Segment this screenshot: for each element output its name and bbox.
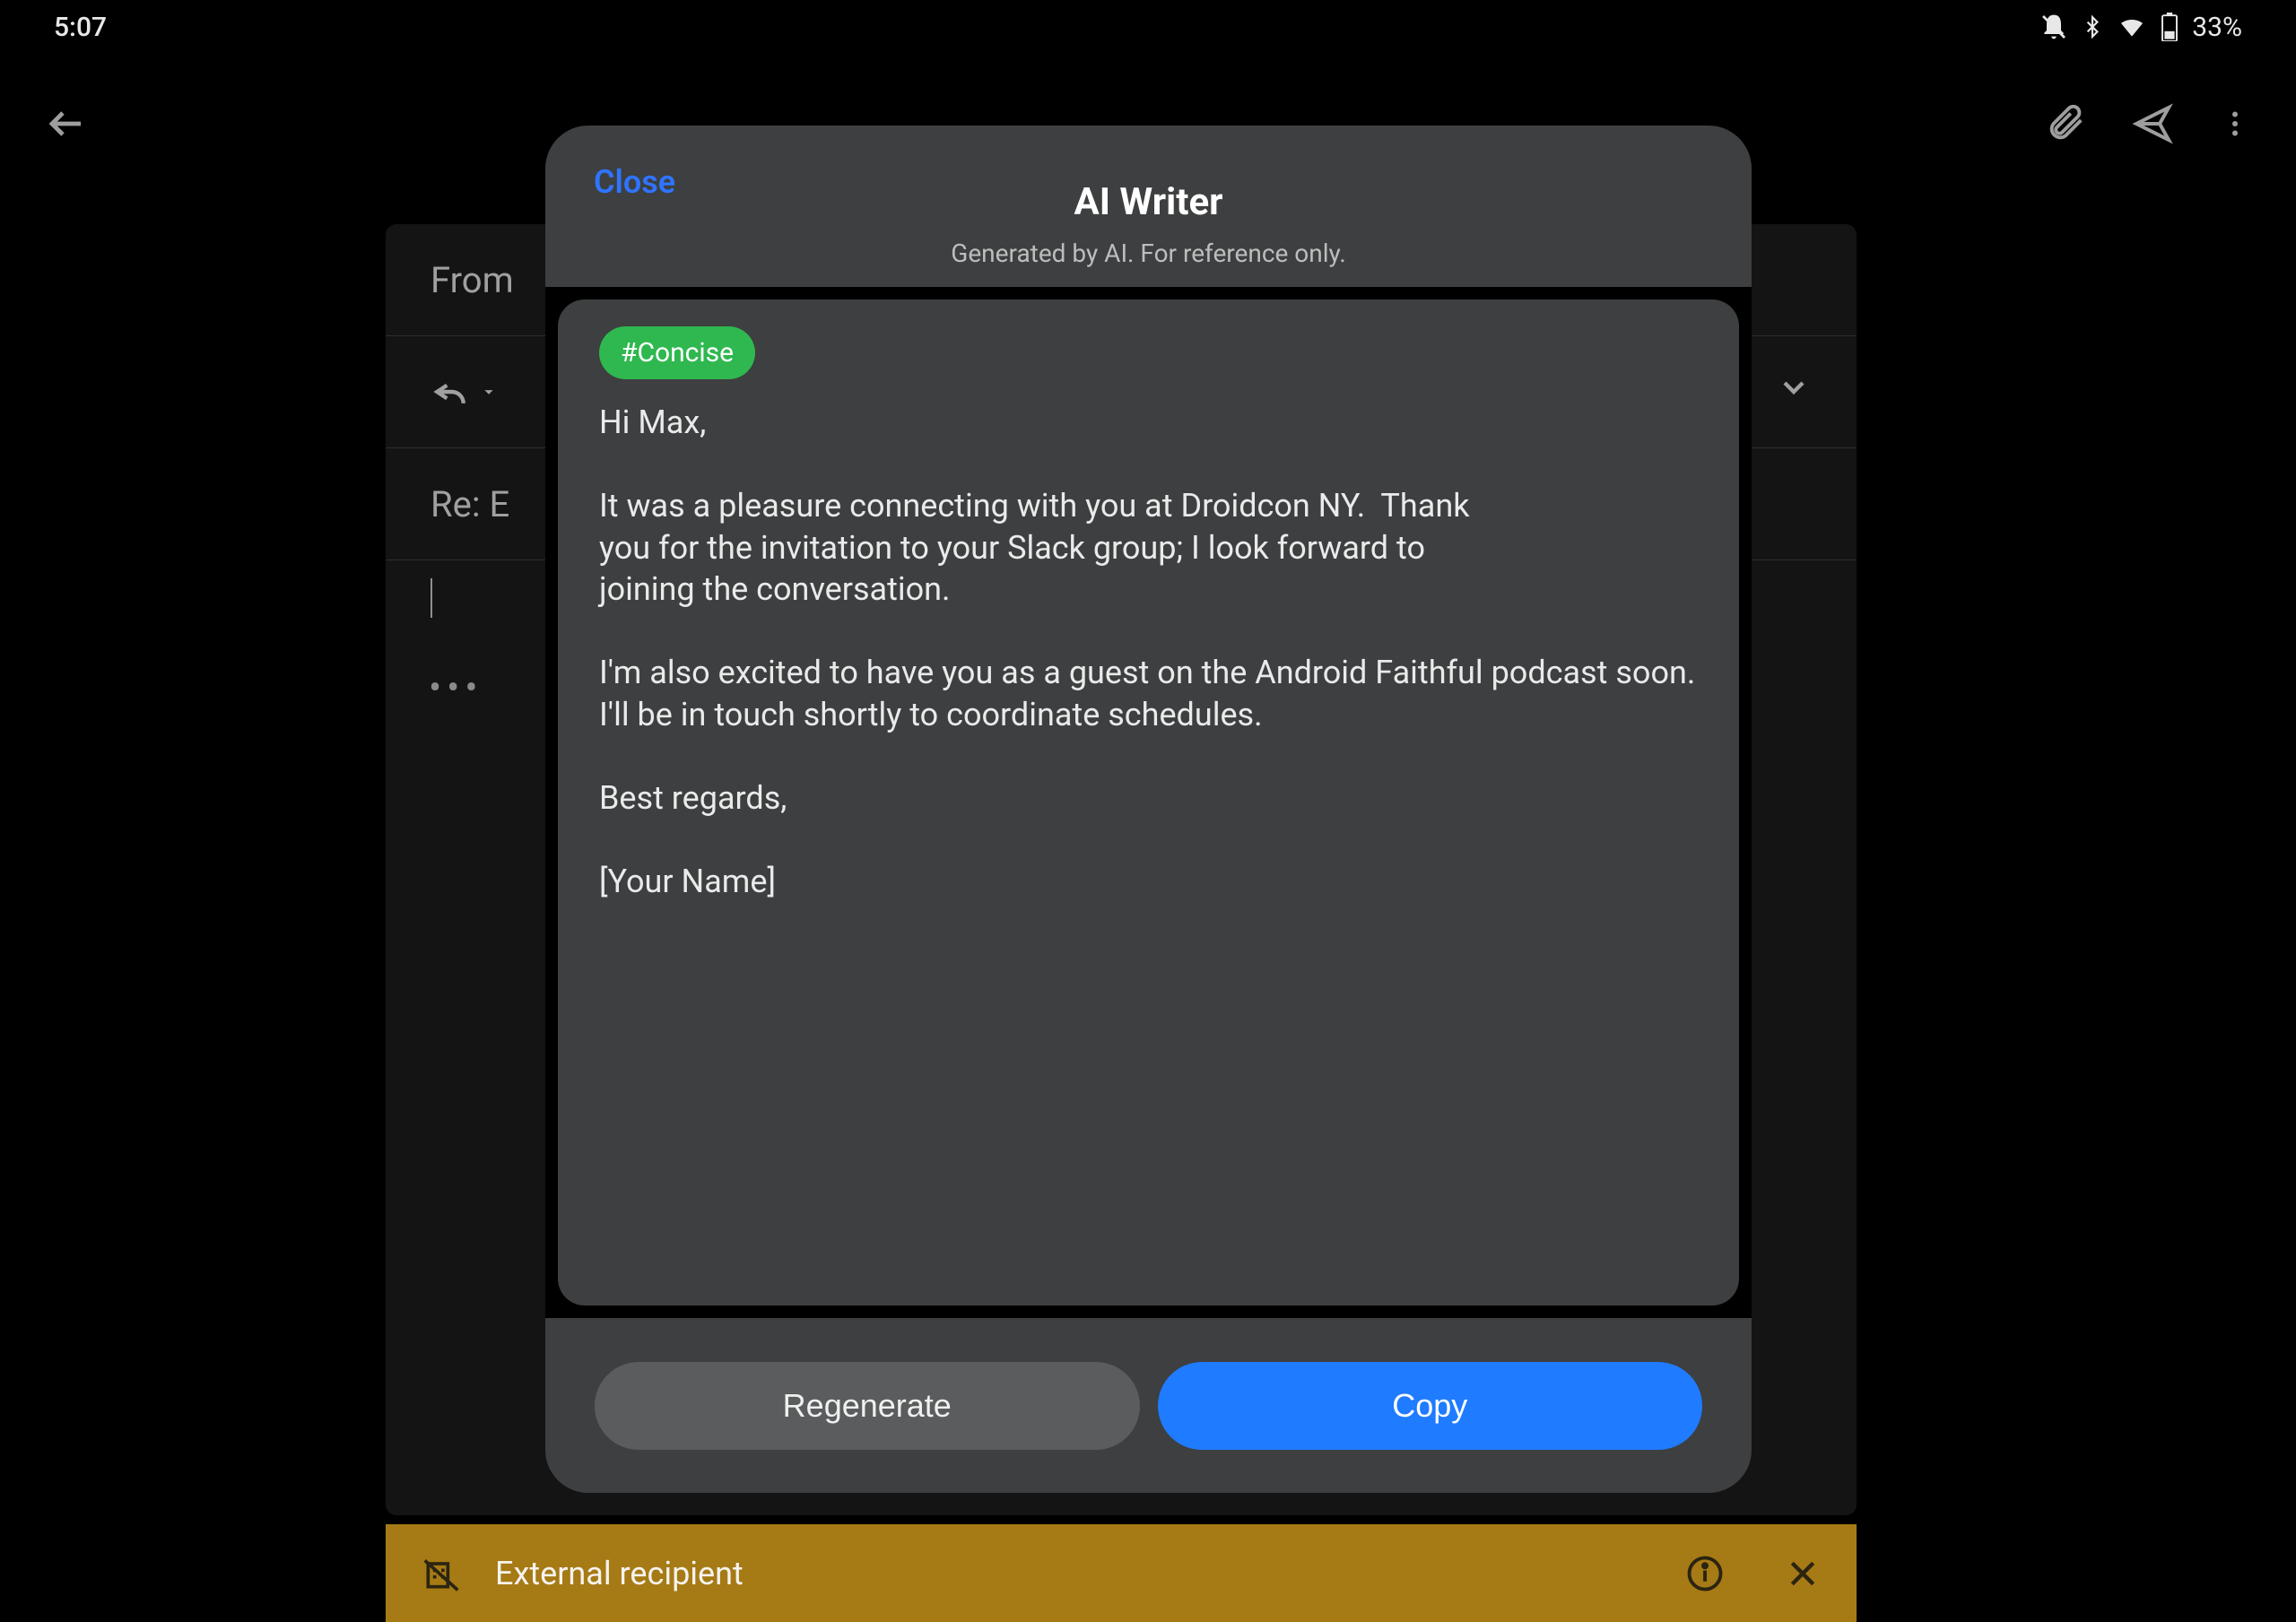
modal-subtitle: Generated by AI. For reference only. <box>545 239 1752 268</box>
close-button[interactable]: Close <box>594 163 675 201</box>
attach-icon[interactable] <box>2045 103 2086 148</box>
more-icon[interactable] <box>2219 104 2251 147</box>
reply-icon <box>430 372 470 412</box>
modal-body: #Concise Hi Max, It was a pleasure conne… <box>558 299 1739 1305</box>
ai-paragraph: It was a pleasure connecting with you at… <box>599 485 1523 611</box>
ai-generated-text: Hi Max, It was a pleasure connecting wit… <box>599 402 1698 902</box>
send-icon[interactable] <box>2131 102 2174 149</box>
modal-body-wrap: #Concise Hi Max, It was a pleasure conne… <box>545 287 1752 1318</box>
info-icon[interactable] <box>1686 1555 1724 1592</box>
concise-tag: #Concise <box>599 326 755 379</box>
ai-paragraph: I'm also excited to have you as a guest … <box>599 652 1698 736</box>
chevron-down-icon[interactable] <box>1776 369 1812 414</box>
close-icon[interactable] <box>1785 1556 1821 1592</box>
wifi-icon <box>2117 13 2147 41</box>
bluetooth-icon <box>2081 13 2104 41</box>
building-off-icon <box>422 1554 461 1593</box>
modal-footer: Regenerate Copy <box>545 1318 1752 1493</box>
back-icon[interactable] <box>45 102 88 149</box>
text-cursor <box>430 578 432 618</box>
ai-writer-modal: Close AI Writer Generated by AI. For ref… <box>545 126 1752 1493</box>
status-bar: 5:07 33% <box>0 0 2296 54</box>
ai-paragraph: Best regards, <box>599 777 1698 820</box>
copy-button[interactable]: Copy <box>1158 1362 1703 1450</box>
mute-icon <box>2039 13 2068 41</box>
ai-paragraph: [Your Name] <box>599 861 1698 903</box>
ai-paragraph: Hi Max, <box>599 402 1698 444</box>
battery-percent: 33% <box>2192 12 2242 43</box>
modal-title: AI Writer <box>545 180 1752 224</box>
banner-text: External recipient <box>495 1555 744 1592</box>
from-label: From <box>430 259 514 301</box>
battery-icon <box>2160 13 2179 41</box>
modal-header: Close AI Writer Generated by AI. For ref… <box>545 126 1752 287</box>
external-recipient-banner: External recipient <box>386 1524 1857 1622</box>
status-time: 5:07 <box>54 12 107 43</box>
status-right: 33% <box>2039 12 2242 43</box>
subject-text: Re: E <box>430 483 509 525</box>
regenerate-button[interactable]: Regenerate <box>595 1362 1140 1450</box>
dropdown-caret-icon[interactable] <box>479 382 499 402</box>
